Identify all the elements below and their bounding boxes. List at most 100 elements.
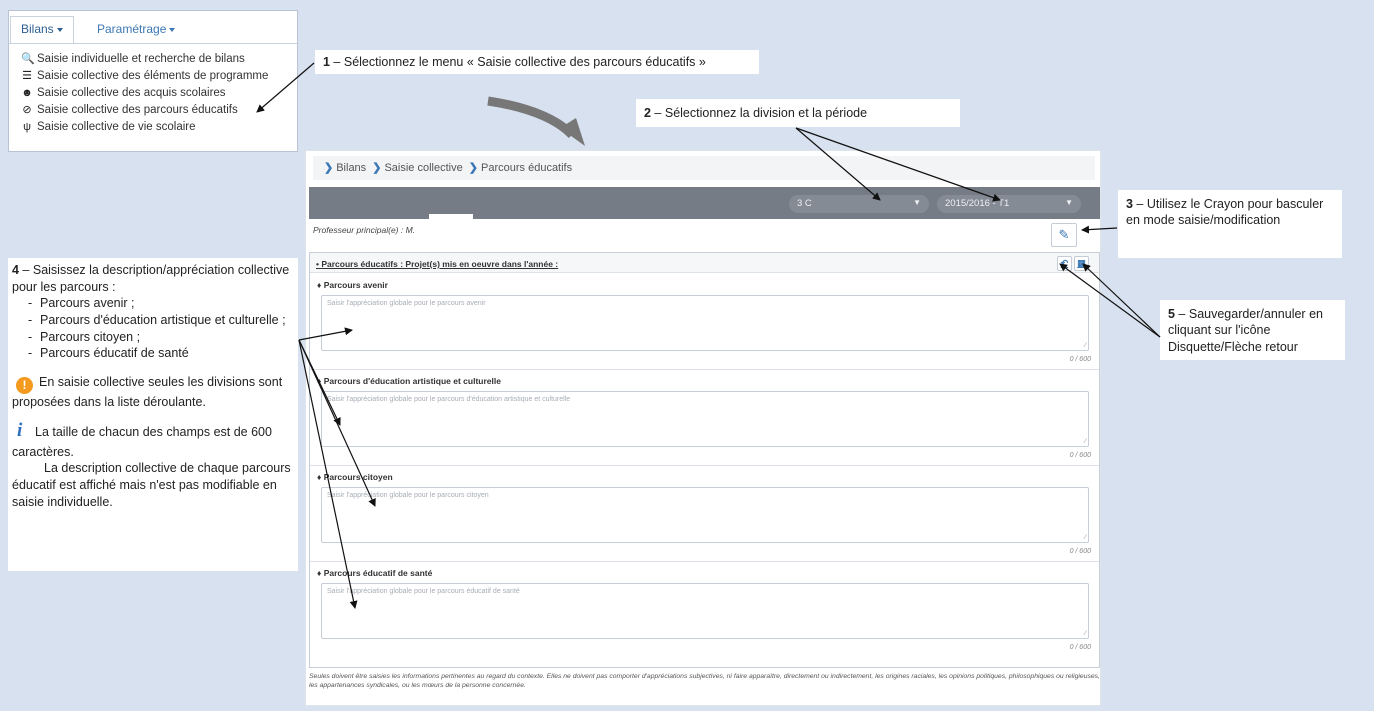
parcours-panel: ❯ Bilans ❯ Saisie collective ❯ Parcours édu… xyxy=(305,150,1101,706)
resize-handle-icon[interactable]: ∕ xyxy=(1085,534,1086,541)
breadcrumb-item-saisie-collective[interactable]: Saisie collective xyxy=(384,162,462,174)
callout-step-1: 1 – Sélectionnez le menu « Saisie collec… xyxy=(315,50,759,74)
menu-item-label: Saisie individuelle et recherche de bila… xyxy=(37,52,245,65)
chevron-down-icon: ▼ xyxy=(913,198,921,207)
filter-toolbar: 3 C ▼ 2015/2016 - T1 ▼ xyxy=(309,187,1100,219)
tab-parametrage-label: Paramétrage xyxy=(97,22,167,36)
list-item: Parcours éducatif de santé xyxy=(12,345,294,362)
step-number: 3 xyxy=(1126,197,1133,211)
block-parcours-artistique: ♦ Parcours d'éducation artistique et cul… xyxy=(310,370,1099,466)
undo-arrow-icon: ↶ xyxy=(1060,258,1069,268)
tab-bilans-label: Bilans xyxy=(21,22,54,36)
resize-handle-icon[interactable]: ∕ xyxy=(1085,342,1086,349)
menu-item-label: Saisie collective des éléments de progra… xyxy=(37,69,269,82)
menu-item-label: Saisie collective de vie scolaire xyxy=(37,120,196,133)
list-item: Parcours citoyen ; xyxy=(12,329,294,346)
toolbar-tab-notch xyxy=(429,214,473,222)
resize-handle-icon[interactable]: ∕ xyxy=(1085,630,1086,637)
legal-footnote: Seules doivent être saisies les informat… xyxy=(309,673,1100,690)
section-title: • Parcours éducatifs : Projet(s) mis en … xyxy=(316,259,559,269)
periode-select[interactable]: 2015/2016 - T1 ▼ xyxy=(937,195,1081,213)
textarea-placeholder: Saisir l'appréciation globale pour le pa… xyxy=(327,492,489,499)
char-counter: 0 / 600 xyxy=(1069,644,1091,651)
edit-pencil-button[interactable]: ✎ xyxy=(1051,223,1077,247)
menu-item-label: Saisie collective des parcours éducatifs xyxy=(37,103,238,116)
step-intro: 4 – Saisissez la description/appréciatio… xyxy=(12,262,294,295)
caret-down-icon xyxy=(169,27,176,32)
step-text: – Utilisez le Crayon pour basculer en mo… xyxy=(1126,197,1324,228)
pencil-icon: ✎ xyxy=(1058,227,1070,242)
chevron-right-icon: ❯ xyxy=(372,162,382,174)
char-counter: 0 / 600 xyxy=(1069,452,1091,459)
info-text: La taille de chacun des champs est de 60… xyxy=(12,425,272,459)
callout-step-4: 4 – Saisissez la description/appréciatio… xyxy=(8,258,298,571)
scale-icon: ψ xyxy=(23,120,31,133)
tab-bilans[interactable]: Bilans xyxy=(10,16,74,44)
step-text: – Sauvegarder/annuler en cliquant sur l'… xyxy=(1168,307,1323,354)
breadcrumb: ❯ Bilans ❯ Saisie collective ❯ Parcours édu… xyxy=(313,156,1095,180)
block-title: ♦ Parcours avenir xyxy=(317,280,388,290)
warning-icon: ! xyxy=(16,376,33,394)
chevron-right-icon: ❯ xyxy=(468,162,479,174)
block-title: ♦ Parcours citoyen xyxy=(317,472,393,482)
parcours-avenir-textarea[interactable]: Saisir l'appréciation globale pour le pa… xyxy=(321,295,1089,351)
chevron-down-icon: ▼ xyxy=(1065,198,1073,207)
step-text: – Saisissez la description/appréciation … xyxy=(12,263,290,294)
block-title: ♦ Parcours d'éducation artistique et cul… xyxy=(317,376,501,386)
save-button[interactable]: ▦ xyxy=(1074,256,1089,271)
step-number: 5 xyxy=(1168,307,1175,321)
periode-value: 2015/2016 - T1 xyxy=(945,198,1010,209)
division-value: 3 C xyxy=(797,198,812,209)
warning-text: En saisie collective seules les division… xyxy=(12,374,283,409)
caret-down-icon xyxy=(56,27,63,32)
step-number: 4 xyxy=(12,263,19,277)
char-counter: 0 / 600 xyxy=(1069,356,1091,363)
info-icon: i xyxy=(17,420,23,442)
menu-item-elements-programme[interactable]: ☰ Saisie collective des éléments de progr… xyxy=(21,67,297,84)
step-text: – Sélectionnez le menu « Saisie collecti… xyxy=(329,55,706,69)
tab-parametrage[interactable]: Paramétrage xyxy=(87,17,185,43)
floppy-disk-icon: ▦ xyxy=(1077,258,1086,268)
block-title: ♦ Parcours éducatif de santé xyxy=(317,568,433,578)
big-arrow-head xyxy=(560,118,585,146)
callout-step-3: 3 – Utilisez le Crayon pour basculer en … xyxy=(1118,190,1342,258)
division-select[interactable]: 3 C ▼ xyxy=(789,195,929,213)
menu-item-saisie-individuelle[interactable]: 🔍 Saisie individuelle et recherche de bil… xyxy=(21,50,297,67)
textarea-placeholder: Saisir l'appréciation globale pour le pa… xyxy=(327,300,486,307)
breadcrumb-item-parcours: Parcours éducatifs xyxy=(481,162,573,174)
block-parcours-sante: ♦ Parcours éducatif de santé Saisir l'ap… xyxy=(310,562,1099,658)
users-icon: ☻ xyxy=(21,86,33,99)
menu-item-vie-scolaire[interactable]: ψ Saisie collective de vie scolaire xyxy=(21,118,297,135)
undo-button[interactable]: ↶ xyxy=(1057,256,1072,271)
parcours-citoyen-textarea[interactable]: Saisir l'appréciation globale pour le pa… xyxy=(321,487,1089,543)
list-item: Parcours avenir ; xyxy=(12,295,294,312)
parcours-artistique-textarea[interactable]: Saisir l'appréciation globale pour le pa… xyxy=(321,391,1089,447)
chevron-right-icon: ❯ xyxy=(324,162,334,174)
block-parcours-avenir: ♦ Parcours avenir Saisir l'appréciation … xyxy=(310,274,1099,370)
callout-step-2: 2 – Sélectionnez la division et la pério… xyxy=(636,99,960,127)
bilans-dropdown-menu: 🔍 Saisie individuelle et recherche de bil… xyxy=(8,43,298,152)
block-parcours-citoyen: ♦ Parcours citoyen Saisir l'appréciation… xyxy=(310,466,1099,562)
menu-item-parcours-educatifs[interactable]: ⊘ Saisie collective des parcours éducatif… xyxy=(21,101,297,118)
list-icon: ☰ xyxy=(22,70,32,82)
menu-item-acquis-scolaires[interactable]: ☻ Saisie collective des acquis scolaires xyxy=(21,84,297,101)
step-number: 2 xyxy=(644,106,651,120)
compass-icon: ⊘ xyxy=(22,104,32,116)
textarea-placeholder: Saisir l'appréciation globale pour le pa… xyxy=(327,588,520,595)
step-text: – Sélectionnez la division et la période xyxy=(650,106,868,120)
info-note-2: La description collective de chaque parc… xyxy=(12,461,291,509)
warning-note: ! En saisie collective seules les divisio… xyxy=(12,374,294,411)
textarea-placeholder: Saisir l'appréciation globale pour le pa… xyxy=(327,396,571,403)
breadcrumb-item-bilans[interactable]: Bilans xyxy=(336,162,366,174)
top-menu-bar: Bilans Paramétrage xyxy=(8,10,298,44)
parcours-section: • Parcours éducatifs : Projet(s) mis en … xyxy=(309,252,1100,668)
big-curved-arrow xyxy=(487,96,576,139)
char-counter: 0 / 600 xyxy=(1069,548,1091,555)
professeur-principal-label: Professeur principal(e) : M. xyxy=(313,225,416,235)
resize-handle-icon[interactable]: ∕ xyxy=(1085,438,1086,445)
info-note: i La taille de chacun des champs est de 6… xyxy=(12,418,294,460)
section-header: • Parcours éducatifs : Projet(s) mis en … xyxy=(310,253,1099,273)
list-item: Parcours d'éducation artistique et cultu… xyxy=(12,312,294,329)
step-number: 1 xyxy=(323,55,330,69)
parcours-sante-textarea[interactable]: Saisir l'appréciation globale pour le pa… xyxy=(321,583,1089,639)
